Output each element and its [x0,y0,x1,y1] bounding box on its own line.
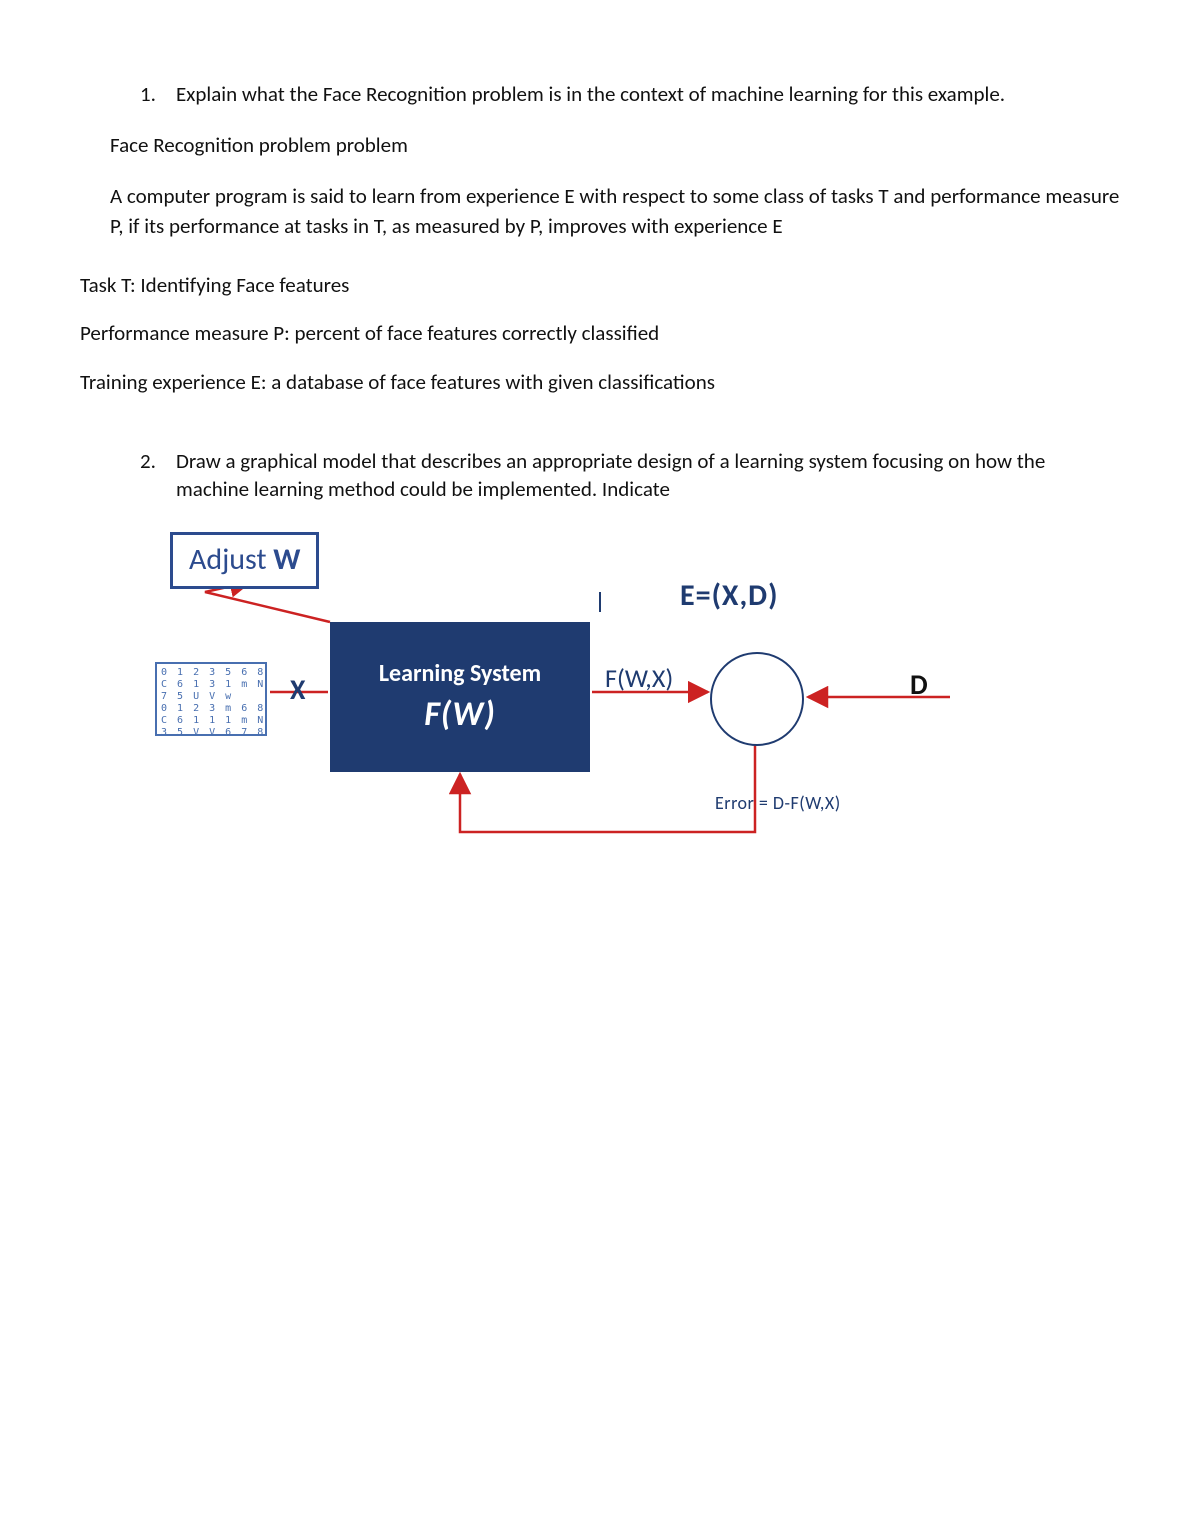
learning-system-fw: F(W) [330,694,590,735]
document-page: 1. Explain what the Face Recognition pro… [0,0,1200,1529]
q2-text: Draw a graphical model that describes an… [176,447,1120,504]
label-fwx: F(W,X) [605,662,673,694]
label-e: E=(X,D) [680,577,778,614]
a1-experience: Training experience E: a database of fac… [80,367,1120,397]
q1-text: Explain what the Face Recognition proble… [176,80,1120,108]
input-digits-image: 0 1 2 3 5 6 8 9 C 6 1 3 1 m N 0 7 5 U V … [155,662,267,736]
question-1: 1. Explain what the Face Recognition pro… [80,80,1120,242]
adjust-w-box: Adjust W [170,532,319,589]
q1-number: 1. [140,80,176,108]
a1-performance: Performance measure P: percent of face f… [80,318,1120,348]
learning-system-title: Learning System [330,659,590,688]
question-2: 2. Draw a graphical model that describes… [80,447,1120,504]
label-error: Error = D-F(W,X) [715,792,841,814]
adjust-prefix: Adjust [189,541,273,578]
a1-title: Face Recognition problem problem [110,130,1120,160]
digits-grid: 0 1 2 3 5 6 8 9 C 6 1 3 1 m N 0 7 5 U V … [161,667,267,736]
comparison-node [710,652,804,746]
label-d: D [910,667,928,702]
a1-definition: A computer program is said to learn from… [110,181,1120,242]
learning-system-diagram: Adjust W 0 1 2 3 5 6 8 9 C 6 1 3 1 m N 0… [120,532,1020,892]
learning-system-box: Learning System F(W) [330,622,590,772]
label-x: X [290,672,305,707]
q2-number: 2. [140,447,176,475]
adjust-w: W [273,541,300,578]
a1-task: Task T: Identifying Face features [80,270,1120,300]
